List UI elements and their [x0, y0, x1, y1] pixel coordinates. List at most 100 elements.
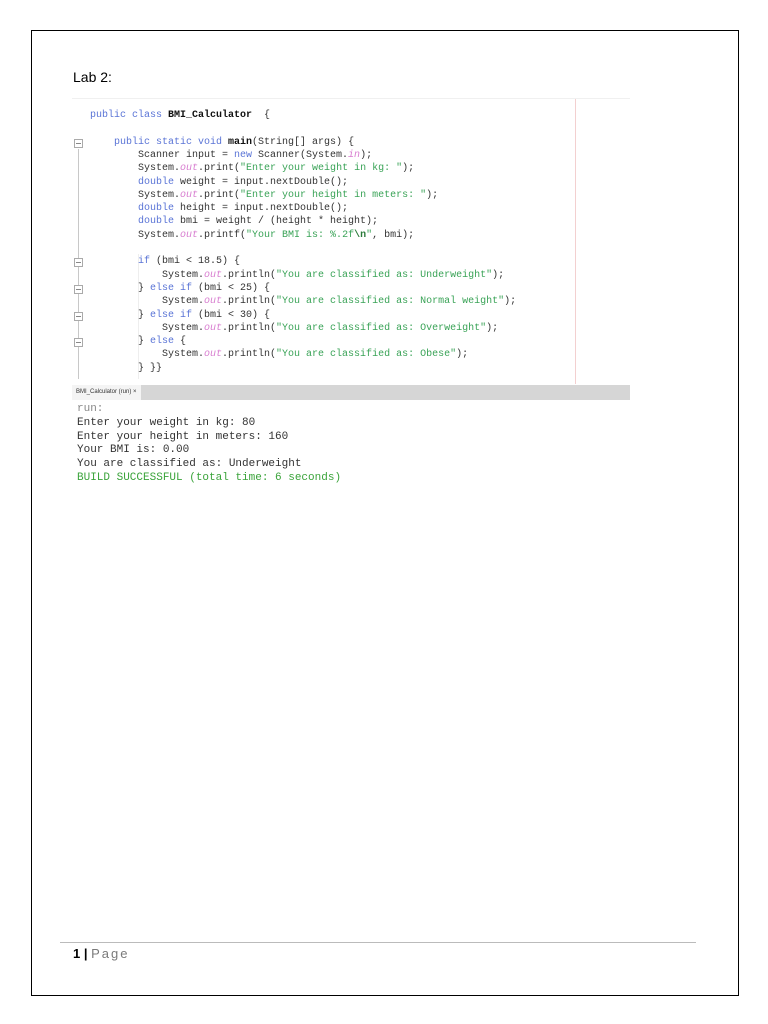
code-token: } }} — [138, 362, 163, 374]
code-token: else if — [150, 309, 199, 321]
code-token: System. — [162, 269, 205, 281]
right-margin-line — [575, 99, 576, 384]
code-token: .print( — [198, 163, 241, 175]
code-token: .println( — [222, 349, 277, 361]
code-line: System.out.print("Enter your height in m… — [138, 189, 438, 202]
code-token: System. — [138, 189, 181, 201]
code-token: ); — [486, 322, 499, 334]
code-token: .println( — [222, 322, 277, 334]
code-token: BMI_Calculator — [168, 110, 253, 121]
code-token: new — [234, 149, 259, 161]
code-token: out — [204, 296, 223, 308]
code-line: Scanner input = new Scanner(System.in); — [138, 149, 372, 162]
page-footer: 1 | Page — [73, 946, 130, 961]
lab-heading: Lab 2: — [73, 69, 112, 85]
code-line: } else if (bmi < 25) { — [138, 282, 270, 295]
code-token: } — [138, 336, 151, 348]
code-line: public static void main(String[] args) { — [114, 136, 354, 149]
code-token: ); — [492, 269, 505, 281]
code-token: System. — [162, 349, 205, 361]
code-token: out — [204, 269, 223, 281]
code-editor-screenshot: public class BMI_Calculator { public stat… — [72, 98, 630, 384]
code-token: main — [228, 136, 253, 148]
code-token: out — [180, 163, 199, 175]
code-token: System. — [138, 163, 181, 175]
code-line: System.out.println("You are classified a… — [162, 348, 468, 361]
code-token: in — [348, 149, 361, 161]
code-token: .println( — [222, 296, 277, 308]
code-line: public class BMI_Calculator { — [90, 109, 270, 122]
code-token: { — [252, 110, 271, 121]
code-token: weight = input.nextDouble(); — [180, 176, 349, 188]
output-line: Enter your weight in kg: 80 — [77, 416, 256, 429]
output-line: BUILD SUCCESSFUL (total time: 6 seconds) — [77, 472, 342, 484]
code-token: out — [204, 322, 223, 334]
code-token: "You are classified as: Overweight" — [276, 322, 487, 334]
code-token: "You are classified as: Underweight" — [276, 269, 493, 281]
code-line: } else { — [138, 335, 186, 348]
code-token: double — [138, 203, 181, 215]
code-token: else if — [150, 282, 199, 294]
code-token: else — [150, 336, 181, 348]
code-token: (bmi < 30) { — [198, 309, 271, 321]
code-token: "Your BMI is: %.2f — [246, 229, 355, 241]
code-token: System. — [162, 322, 205, 334]
code-token: (bmi < 25) { — [198, 282, 271, 294]
code-token: "You are classified as: Obese" — [276, 349, 457, 361]
code-token: Scanner input = — [138, 149, 235, 161]
code-token: } — [138, 309, 151, 321]
code-line: System.out.printf("Your BMI is: %.2f\n",… — [138, 229, 414, 242]
code-token: out — [180, 229, 199, 241]
output-line: Enter your height in meters: 160 — [77, 430, 289, 443]
code-line: if (bmi < 18.5) { — [138, 255, 240, 268]
code-token: public class — [90, 110, 169, 121]
code-token: ); — [402, 163, 415, 175]
code-token: if — [138, 256, 157, 268]
code-token: bmi = weight / (height * height); — [180, 216, 379, 228]
fold-toggle-icon[interactable] — [74, 258, 83, 268]
code-line: System.out.println("You are classified a… — [162, 269, 504, 282]
fold-toggle-icon[interactable] — [74, 311, 83, 321]
output-tab-label: BMI_Calculator (run) — [76, 389, 132, 395]
code-token: out — [180, 189, 199, 201]
output-tab-bar: BMI_Calculator (run) × — [72, 385, 630, 400]
code-token: double — [138, 216, 181, 228]
code-line: System.out.print("Enter your weight in k… — [138, 162, 414, 175]
code-line: double height = input.nextDouble(); — [138, 202, 348, 215]
code-line: } else if (bmi < 30) { — [138, 309, 270, 322]
code-token: Scanner(System. — [258, 149, 349, 161]
code-token: System. — [138, 229, 181, 241]
output-tab[interactable]: BMI_Calculator (run) × — [72, 385, 141, 400]
code-token: ); — [504, 296, 517, 308]
code-line: System.out.println("You are classified a… — [162, 295, 516, 308]
code-token: public static void — [114, 136, 229, 148]
fold-toggle-icon[interactable] — [74, 338, 83, 348]
output-line: Your BMI is: 0.00 — [77, 444, 190, 457]
code-token: System. — [162, 296, 205, 308]
page-label: Page — [91, 946, 130, 961]
code-token: out — [204, 349, 223, 361]
code-token: { — [180, 336, 187, 348]
output-line: You are classified as: Underweight — [77, 458, 302, 471]
page-number: 1 — [73, 946, 81, 961]
fold-toggle-icon[interactable] — [74, 138, 83, 148]
code-line: } }} — [138, 362, 162, 375]
code-line: System.out.println("You are classified a… — [162, 322, 498, 335]
code-token: .print( — [198, 189, 241, 201]
code-token: , bmi); — [372, 229, 415, 241]
fold-toggle-icon[interactable] — [74, 284, 83, 294]
footer-divider — [60, 942, 696, 943]
code-token: .printf( — [198, 229, 247, 241]
code-token: double — [138, 176, 181, 188]
code-token: "Enter your height in meters: " — [240, 189, 427, 201]
code-token: ); — [360, 149, 373, 161]
code-line: double weight = input.nextDouble(); — [138, 176, 348, 189]
code-token: height = input.nextDouble(); — [180, 203, 349, 215]
footer-separator: | — [83, 946, 88, 961]
code-token: } — [138, 282, 151, 294]
code-token: "Enter your weight in kg: " — [240, 163, 403, 175]
close-icon[interactable]: × — [133, 389, 137, 395]
code-token: (String[] args) { — [252, 136, 355, 148]
code-token: \n — [354, 229, 367, 241]
code-line: double bmi = weight / (height * height); — [138, 215, 378, 228]
